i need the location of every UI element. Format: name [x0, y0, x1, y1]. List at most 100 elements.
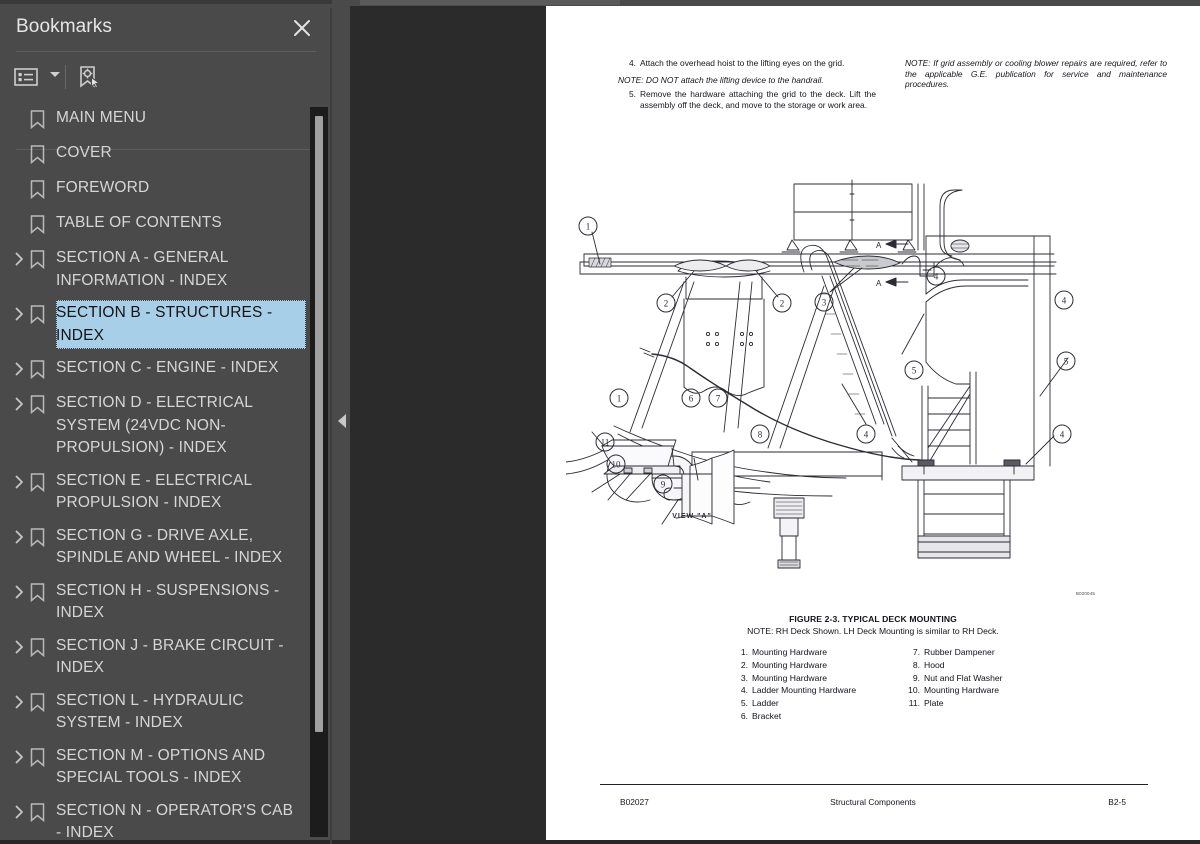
bookmark-item-14[interactable]: SECTION N - OPERATOR'S CAB - INDEX	[0, 795, 332, 844]
chevron-right-icon[interactable]	[8, 471, 30, 493]
svg-text:8: 8	[758, 430, 763, 440]
twisty-spacer	[8, 213, 30, 235]
chevron-right-icon[interactable]	[8, 746, 30, 768]
part-number: 7.	[902, 646, 924, 659]
bookmark-icon	[30, 303, 56, 325]
figure-caption-title: FIGURE 2-3. TYPICAL DECK MOUNTING	[546, 614, 1200, 624]
bookmark-item-3[interactable]: TABLE OF CONTENTS	[0, 207, 332, 242]
bookmark-item-label: SECTION N - OPERATOR'S CAB - INDEX	[56, 800, 306, 844]
twisty-spacer	[8, 143, 30, 165]
bookmark-item-5[interactable]: SECTION B - STRUCTURES - INDEX	[0, 297, 332, 352]
parts-list-column-left: 1.Mounting Hardware2.Mounting Hardware3.…	[730, 646, 856, 723]
part-label: Plate	[924, 697, 944, 710]
footer-rule	[600, 784, 1148, 785]
part-row-left-3: 4.Ladder Mounting Hardware	[730, 684, 856, 697]
bookmark-item-7[interactable]: SECTION D - ELECTRICAL SYSTEM (24VDC NON…	[0, 387, 332, 465]
twisty-spacer	[8, 178, 30, 200]
bookmarks-panel-title: Bookmarks	[16, 16, 112, 38]
part-number: 5.	[730, 697, 752, 710]
bookmarks-toolbar	[0, 53, 332, 101]
chevron-right-icon[interactable]	[8, 581, 30, 603]
svg-text:4: 4	[864, 430, 869, 440]
bookmarks-list[interactable]: MAIN MENU COVER FOREWORD TABLE OF CONTENTS S…	[0, 102, 332, 844]
bookmark-item-label: TABLE OF CONTENTS	[56, 212, 226, 235]
bookmark-item-8[interactable]: SECTION E - ELECTRICAL PROPULSION - INDE…	[0, 465, 332, 520]
chevron-right-icon[interactable]	[8, 526, 30, 548]
chevron-right-icon[interactable]	[8, 636, 30, 658]
bookmark-item-2[interactable]: FOREWORD	[0, 172, 332, 207]
bookmark-item-label: SECTION J - BRAKE CIRCUIT - INDEX	[56, 635, 306, 680]
part-number: 1.	[730, 646, 752, 659]
bookmark-item-label: FOREWORD	[56, 177, 153, 200]
figure-caption: FIGURE 2-3. TYPICAL DECK MOUNTING NOTE: …	[546, 614, 1200, 636]
figure-linework: 1 2 2 3 4 4 4 4 5 5 1 6 7 8 9 10 11	[566, 176, 1186, 616]
part-label: Bracket	[752, 710, 781, 723]
part-number: 2.	[730, 659, 752, 672]
part-number: 9.	[902, 672, 924, 685]
sidebar-collapse-handle[interactable]	[332, 6, 350, 840]
svg-text:11: 11	[601, 438, 610, 448]
bookmarks-scrollbar-thumb[interactable]	[315, 116, 323, 732]
bookmark-item-4[interactable]: SECTION A - GENERAL INFORMATION - INDEX	[0, 242, 332, 297]
bookmark-item-1[interactable]: COVER	[0, 137, 332, 172]
svg-text:2: 2	[664, 299, 669, 309]
step-5-number: 5.	[618, 89, 640, 110]
note-do-not-attach: NOTE: DO NOT attach the lifting device t…	[618, 75, 876, 86]
technical-figure-deck-mounting: 1 2 2 3 4 4 4 4 5 5 1 6 7 8 9 10 11	[566, 176, 1186, 616]
page-right-column: NOTE: If grid assembly or cooling blower…	[905, 58, 1167, 94]
svg-text:1: 1	[586, 222, 591, 232]
bookmarks-panel: Bookmarks	[0, 4, 332, 840]
bookmark-item-label: SECTION D - ELECTRICAL SYSTEM (24VDC NON…	[56, 392, 306, 460]
bookmark-icon	[30, 691, 56, 713]
chevron-down-icon[interactable]	[50, 72, 60, 77]
section-mark-a-bottom: A	[876, 279, 882, 288]
part-row-right-0: 7.Rubber Dampener	[902, 646, 1003, 659]
bookmark-item-13[interactable]: SECTION M - OPTIONS AND SPECIAL TOOLS - …	[0, 740, 332, 795]
bookmark-icon	[30, 581, 56, 603]
bookmark-item-10[interactable]: SECTION H - SUSPENSIONS - INDEX	[0, 575, 332, 630]
chevron-right-icon[interactable]	[8, 358, 30, 380]
bookmark-item-label: SECTION E - ELECTRICAL PROPULSION - INDE…	[56, 470, 306, 515]
bookmark-icon	[30, 213, 56, 235]
part-row-left-2: 3.Mounting Hardware	[730, 672, 856, 685]
svg-text:6: 6	[689, 394, 694, 404]
part-number: 10.	[902, 684, 924, 697]
step-4-text: Attach the overhead hoist to the lifting…	[640, 58, 876, 69]
parts-list-column-right: 7.Rubber Dampener8.Hood9.Nut and Flat Wa…	[902, 646, 1003, 710]
section-mark-a-top: A	[876, 241, 882, 250]
bookmark-icon	[30, 143, 56, 165]
bookmark-item-9[interactable]: SECTION G - DRIVE AXLE, SPINDLE AND WHEE…	[0, 520, 332, 575]
part-row-right-1: 8.Hood	[902, 659, 1003, 672]
step-4-number: 4.	[618, 58, 640, 69]
bookmark-item-label: SECTION M - OPTIONS AND SPECIAL TOOLS - …	[56, 745, 306, 790]
instruction-step-4: 4. Attach the overhead hoist to the lift…	[618, 58, 876, 69]
chevron-right-icon[interactable]	[8, 691, 30, 713]
note-grid-assembly: NOTE: If grid assembly or cooling blower…	[905, 58, 1167, 90]
header-divider	[16, 51, 316, 52]
chevron-right-icon[interactable]	[8, 248, 30, 270]
collapse-sidebar-arrow-icon[interactable]	[338, 414, 346, 428]
part-label: Mounting Hardware	[752, 672, 827, 685]
part-row-left-5: 6.Bracket	[730, 710, 856, 723]
bookmark-item-11[interactable]: SECTION J - BRAKE CIRCUIT - INDEX	[0, 630, 332, 685]
svg-text:2: 2	[780, 299, 785, 309]
part-number: 6.	[730, 710, 752, 723]
footer-right: B2-5	[546, 797, 1200, 807]
part-label: Rubber Dampener	[924, 646, 995, 659]
new-bookmark-icon[interactable]	[76, 62, 102, 92]
part-label: Mounting Hardware	[752, 659, 827, 672]
bookmark-item-label: COVER	[56, 142, 116, 165]
chevron-right-icon[interactable]	[8, 393, 30, 415]
bookmark-item-0[interactable]: MAIN MENU	[0, 102, 332, 137]
chevron-right-icon[interactable]	[8, 801, 30, 823]
bookmark-item-12[interactable]: SECTION L - HYDRAULIC SYSTEM - INDEX	[0, 685, 332, 740]
svg-text:4: 4	[1062, 296, 1067, 306]
bookmark-list-options-icon[interactable]	[14, 62, 38, 92]
close-icon[interactable]	[290, 16, 314, 40]
bookmark-item-label: SECTION H - SUSPENSIONS - INDEX	[56, 580, 306, 625]
part-number: 4.	[730, 684, 752, 697]
bookmark-item-6[interactable]: SECTION C - ENGINE - INDEX	[0, 352, 332, 387]
chevron-right-icon[interactable]	[8, 303, 30, 325]
figure-caption-note: NOTE: RH Deck Shown. LH Deck Mounting is…	[546, 626, 1200, 636]
bookmark-icon	[30, 248, 56, 270]
